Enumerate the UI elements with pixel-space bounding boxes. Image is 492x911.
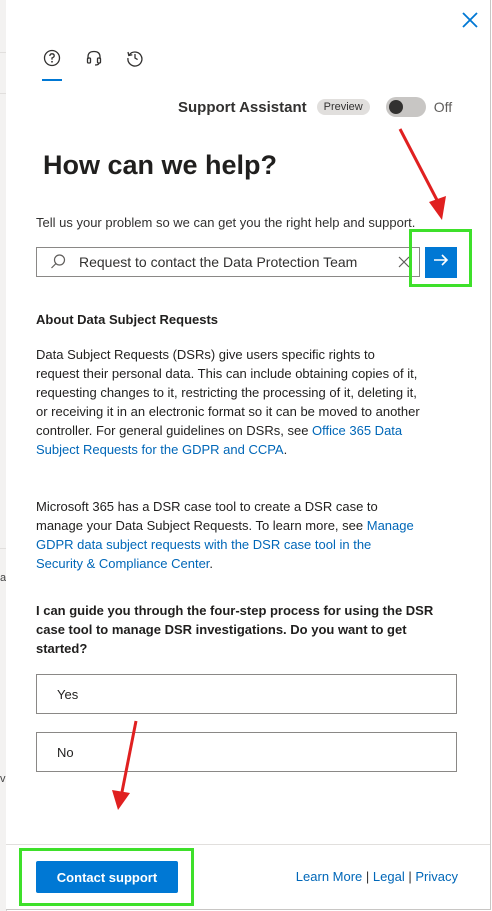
dsr-case-tool-tail: . xyxy=(209,556,214,571)
contact-support-button[interactable]: Contact support xyxy=(36,861,178,893)
about-dsr-title: About Data Subject Requests xyxy=(36,312,219,327)
search-input[interactable] xyxy=(77,253,381,271)
background-char-v: v xyxy=(0,773,6,785)
toggle-state-label: Off xyxy=(433,99,453,115)
active-tab-indicator xyxy=(42,79,62,81)
support-assistant-label: Support Assistant xyxy=(178,98,307,116)
support-assistant-toggle[interactable] xyxy=(385,97,426,117)
guide-question: I can guide you through the four-step pr… xyxy=(36,603,434,656)
search-box xyxy=(36,247,420,277)
toggle-knob xyxy=(388,100,403,114)
dsr-case-tool-description: Microsoft 365 has a DSR case tool to cre… xyxy=(36,497,421,573)
headset-icon[interactable] xyxy=(84,48,104,68)
legal-link[interactable]: Legal xyxy=(373,869,405,884)
learn-more-link[interactable]: Learn More xyxy=(296,869,362,884)
choice-yes-button[interactable]: Yes xyxy=(36,674,457,714)
footer-divider xyxy=(6,844,490,845)
privacy-link[interactable]: Privacy xyxy=(415,869,458,884)
highlight-box-submit xyxy=(409,229,472,287)
dsr-description-tail: . xyxy=(283,442,288,457)
support-panel: Support Assistant Preview Off How can we… xyxy=(6,0,491,910)
dsr-description: Data Subject Requests (DSRs) give users … xyxy=(36,345,421,459)
help-prompt: Tell us your problem so we can get you t… xyxy=(36,215,416,230)
close-icon[interactable] xyxy=(458,8,482,32)
annotation-arrow-top xyxy=(398,128,446,220)
link-separator: | xyxy=(365,869,370,884)
preview-badge: Preview xyxy=(316,99,370,115)
help-circle-icon[interactable] xyxy=(42,48,62,68)
history-icon[interactable] xyxy=(125,48,145,68)
link-separator: | xyxy=(408,869,412,884)
footer-links: Learn More | Legal | Privacy xyxy=(296,869,458,884)
choice-no-button[interactable]: No xyxy=(36,732,457,772)
dsr-case-tool-text: Microsoft 365 has a DSR case tool to cre… xyxy=(36,499,378,533)
support-assistant-row: Support Assistant Preview Off xyxy=(178,96,452,118)
search-icon xyxy=(49,253,67,271)
page-title: How can we help? xyxy=(43,150,278,180)
